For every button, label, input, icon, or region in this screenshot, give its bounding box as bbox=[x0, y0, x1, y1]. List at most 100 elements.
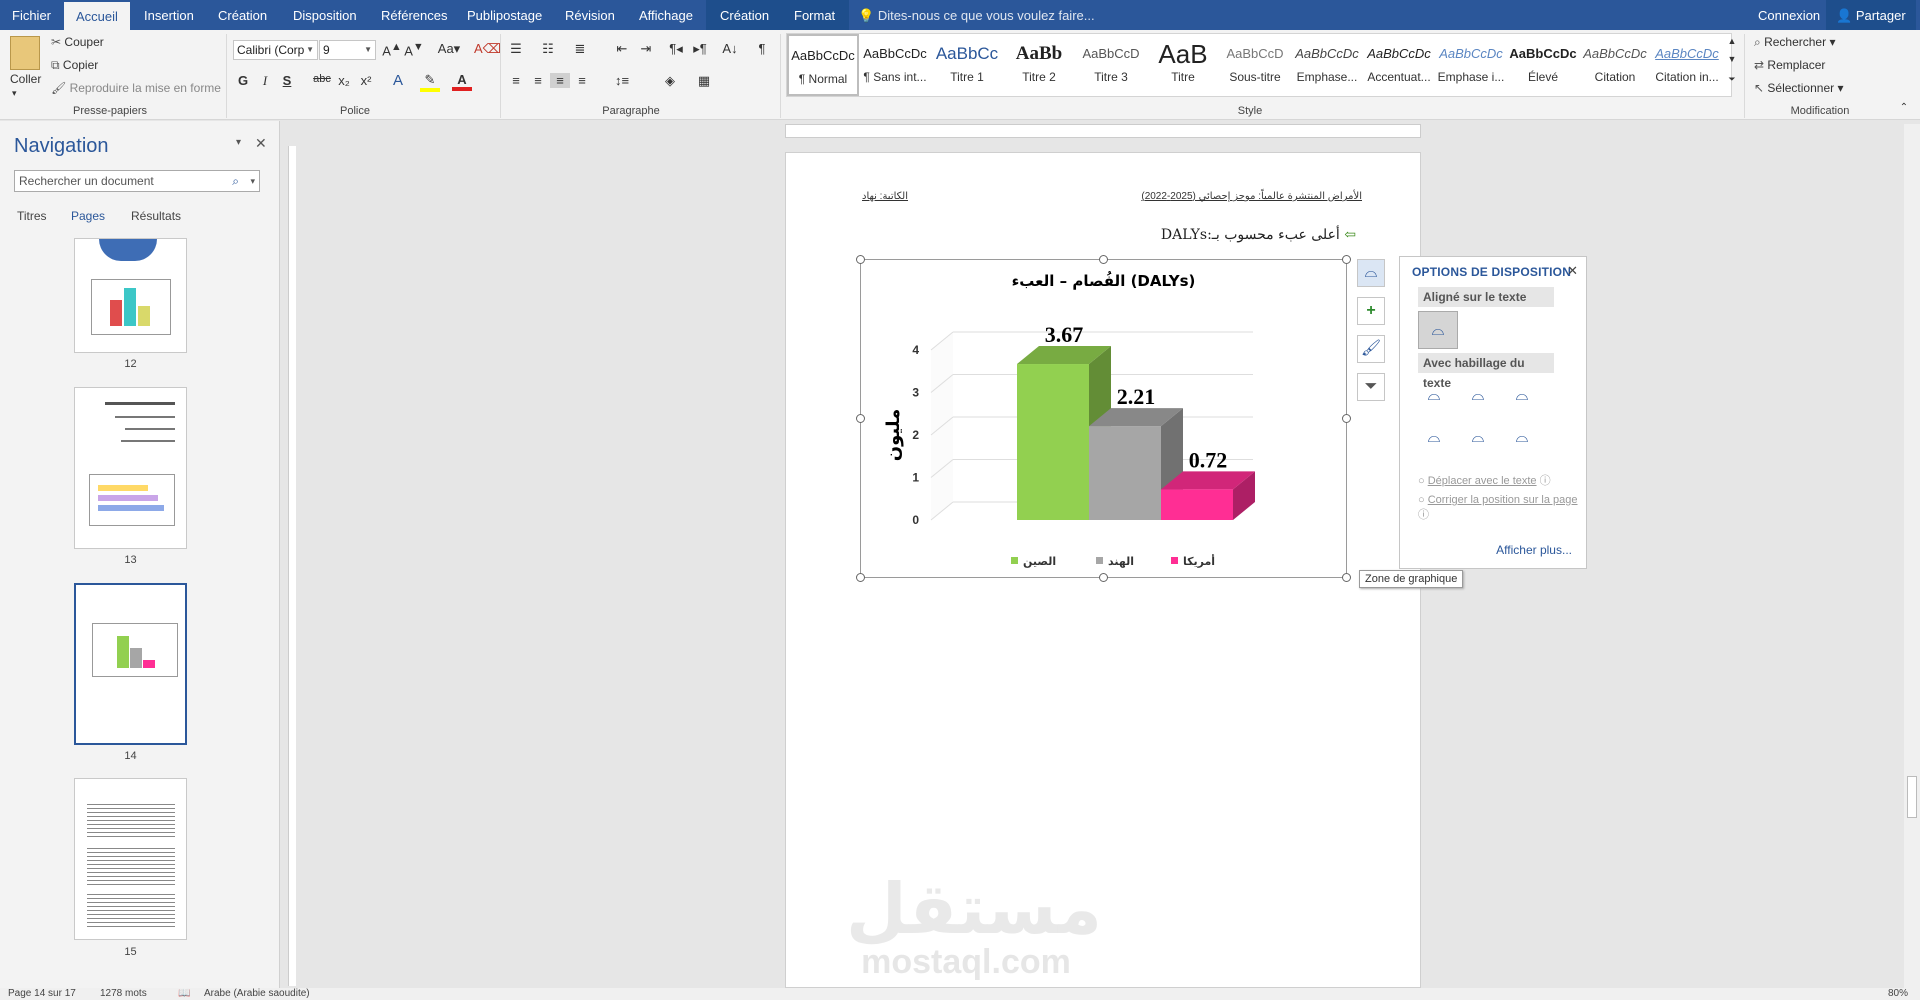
align-right-icon[interactable]: ≡ bbox=[550, 73, 570, 88]
style-3[interactable]: AaBbCc Titre 1 bbox=[931, 34, 1003, 96]
word-count[interactable]: 1278 mots bbox=[100, 988, 147, 999]
resize-handle[interactable] bbox=[856, 255, 865, 264]
resize-handle[interactable] bbox=[1099, 255, 1108, 264]
tab-home[interactable]: Accueil bbox=[64, 2, 130, 30]
subscript-button[interactable]: x₂ bbox=[334, 73, 354, 88]
search-dropdown-icon[interactable]: ▾ bbox=[250, 171, 255, 191]
underline-button[interactable]: S bbox=[277, 73, 297, 88]
behind-text-icon[interactable]: ⌓ bbox=[1462, 423, 1494, 453]
text-effects-icon[interactable]: A bbox=[388, 72, 408, 89]
move-with-text-radio[interactable]: ○ Déplacer avec le texte ⓘ bbox=[1418, 472, 1551, 488]
share-button[interactable]: 👤 Partager bbox=[1826, 0, 1916, 30]
numbering-icon[interactable]: ☷ bbox=[538, 41, 558, 57]
tab-file[interactable]: Fichier bbox=[12, 0, 51, 30]
style-9[interactable]: AaBbCcDc Accentuat... bbox=[1363, 34, 1435, 96]
show-marks-icon[interactable]: ¶ bbox=[752, 41, 772, 56]
resize-handle[interactable] bbox=[1099, 573, 1108, 582]
chart-area[interactable]: 0 1 2 3 4 مليون الفُصام – العبء (DALYs) 3.67 2.2… bbox=[860, 259, 1347, 578]
page-thumbnail[interactable] bbox=[74, 238, 187, 353]
copy-button[interactable]: ⧉ Copier bbox=[51, 58, 98, 73]
page-count[interactable]: Page 14 sur 17 bbox=[8, 988, 76, 999]
resize-handle[interactable] bbox=[856, 573, 865, 582]
page-thumbnail-current[interactable] bbox=[74, 583, 187, 745]
align-left-icon[interactable]: ≡ bbox=[506, 73, 526, 88]
borders-icon[interactable]: ▦ bbox=[694, 73, 714, 89]
tab-results[interactable]: Résultats bbox=[131, 209, 181, 223]
inline-wrap-icon[interactable]: ⌓ bbox=[1418, 311, 1458, 349]
signin-link[interactable]: Connexion bbox=[1758, 0, 1820, 30]
tight-wrap-icon[interactable]: ⌓ bbox=[1462, 381, 1494, 411]
pane-options-icon[interactable]: ▾ bbox=[236, 137, 241, 148]
tab-layout[interactable]: Disposition bbox=[293, 0, 357, 30]
tab-references[interactable]: Références bbox=[381, 0, 447, 30]
highlight-icon[interactable]: ✎ bbox=[420, 72, 440, 92]
style-12[interactable]: AaBbCcDc Citation bbox=[1579, 34, 1651, 96]
style-4[interactable]: AaBb Titre 2 bbox=[1003, 34, 1075, 96]
style-10[interactable]: AaBbCcDc Emphase i... bbox=[1435, 34, 1507, 96]
paste-dropdown-icon[interactable]: ▾ bbox=[12, 88, 17, 99]
increase-indent-icon[interactable]: ⇥ bbox=[636, 41, 656, 57]
close-icon[interactable]: ✕ bbox=[255, 135, 267, 152]
bullets-icon[interactable]: ☰ bbox=[506, 41, 526, 57]
style-1[interactable]: AaBbCcDc ¶ Normal bbox=[787, 34, 859, 96]
tab-headings[interactable]: Titres bbox=[17, 209, 47, 223]
tab-format[interactable]: Format bbox=[780, 0, 850, 30]
italic-button[interactable]: I bbox=[255, 73, 275, 89]
find-button[interactable]: ⌕ Rechercher ▾ bbox=[1754, 35, 1835, 50]
square-wrap-icon[interactable]: ⌓ bbox=[1418, 381, 1450, 411]
font-size-combo[interactable]: 9 ▼ bbox=[319, 40, 376, 60]
chart-filters-button[interactable]: ⏷ bbox=[1357, 373, 1385, 401]
style-6[interactable]: AaB Titre bbox=[1147, 34, 1219, 96]
cut-button[interactable]: ✂ Couper bbox=[51, 35, 104, 49]
proofing-icon[interactable]: 📖 bbox=[178, 988, 190, 999]
strikethrough-button[interactable]: abc bbox=[310, 73, 334, 85]
topbottom-wrap-icon[interactable]: ⌓ bbox=[1418, 423, 1450, 453]
sort-icon[interactable]: A↓ bbox=[720, 41, 740, 56]
font-color-icon[interactable]: A bbox=[452, 72, 472, 91]
zoom-level[interactable]: 80% bbox=[1888, 988, 1908, 999]
select-button[interactable]: ↖ Sélectionner ▾ bbox=[1754, 81, 1843, 95]
multilevel-list-icon[interactable]: ≣ bbox=[570, 41, 590, 57]
style-11[interactable]: AaBbCcDc Élevé bbox=[1507, 34, 1579, 96]
through-wrap-icon[interactable]: ⌓ bbox=[1506, 381, 1538, 411]
clear-format-icon[interactable]: A⌫ bbox=[474, 41, 501, 57]
format-painter-button[interactable]: 🖌 Reproduire la mise en forme bbox=[51, 81, 221, 95]
ltr-icon[interactable]: ▸¶ bbox=[690, 41, 710, 57]
style-5[interactable]: AaBbCcD Titre 3 bbox=[1075, 34, 1147, 96]
language[interactable]: Arabe (Arabie saoudite) bbox=[204, 988, 310, 999]
style-7[interactable]: AaBbCcD Sous-titre bbox=[1219, 34, 1291, 96]
search-icon[interactable]: ⌕ bbox=[232, 171, 239, 191]
chart-styles-button[interactable]: 🖌 bbox=[1357, 335, 1385, 363]
page-thumbnail[interactable] bbox=[74, 778, 187, 940]
styles-gallery[interactable]: AaBbCcDc ¶ Normal AaBbCcDc ¶ Sans int... AaB… bbox=[786, 33, 1732, 97]
tab-view[interactable]: Affichage bbox=[639, 0, 693, 30]
front-text-icon[interactable]: ⌓ bbox=[1506, 423, 1538, 453]
vertical-scrollbar[interactable] bbox=[1904, 124, 1920, 988]
shrink-font-icon[interactable]: A▼ bbox=[404, 41, 424, 58]
superscript-button[interactable]: x² bbox=[356, 73, 376, 88]
tab-mailings[interactable]: Publipostage bbox=[467, 0, 542, 30]
tab-pages[interactable]: Pages bbox=[71, 209, 105, 223]
replace-button[interactable]: ⇄ Remplacer bbox=[1754, 58, 1825, 72]
style-13[interactable]: AaBbCcDc Citation in... bbox=[1651, 34, 1723, 96]
justify-icon[interactable]: ≡ bbox=[572, 73, 592, 88]
fix-position-radio[interactable]: ○ Corriger la position sur la page ⓘ bbox=[1418, 494, 1578, 522]
resize-handle[interactable] bbox=[856, 414, 865, 423]
paste-button[interactable]: Coller bbox=[10, 72, 41, 86]
line-spacing-icon[interactable]: ↕≡ bbox=[612, 73, 632, 88]
tab-design[interactable]: Création bbox=[218, 0, 267, 30]
resize-handle[interactable] bbox=[1342, 573, 1351, 582]
page-thumbnail[interactable] bbox=[74, 387, 187, 549]
paste-icon[interactable] bbox=[10, 36, 40, 70]
bold-button[interactable]: G bbox=[233, 73, 253, 88]
chart-elements-button[interactable]: + bbox=[1357, 297, 1385, 325]
style-2[interactable]: AaBbCcDc ¶ Sans int... bbox=[859, 34, 931, 96]
rtl-icon[interactable]: ¶◂ bbox=[666, 41, 686, 57]
tab-chart-design[interactable]: Création bbox=[706, 0, 784, 30]
gallery-more-icon[interactable]: ⏷ bbox=[1722, 74, 1742, 85]
gallery-up-icon[interactable]: ▲ bbox=[1722, 36, 1742, 46]
font-name-combo[interactable]: Calibri (Corp ▼ bbox=[233, 40, 318, 60]
layout-options-button[interactable]: ⌓ bbox=[1357, 259, 1385, 287]
align-center-icon[interactable]: ≡ bbox=[528, 73, 548, 88]
search-input[interactable]: Rechercher un document ⌕ ▾ bbox=[14, 170, 260, 192]
